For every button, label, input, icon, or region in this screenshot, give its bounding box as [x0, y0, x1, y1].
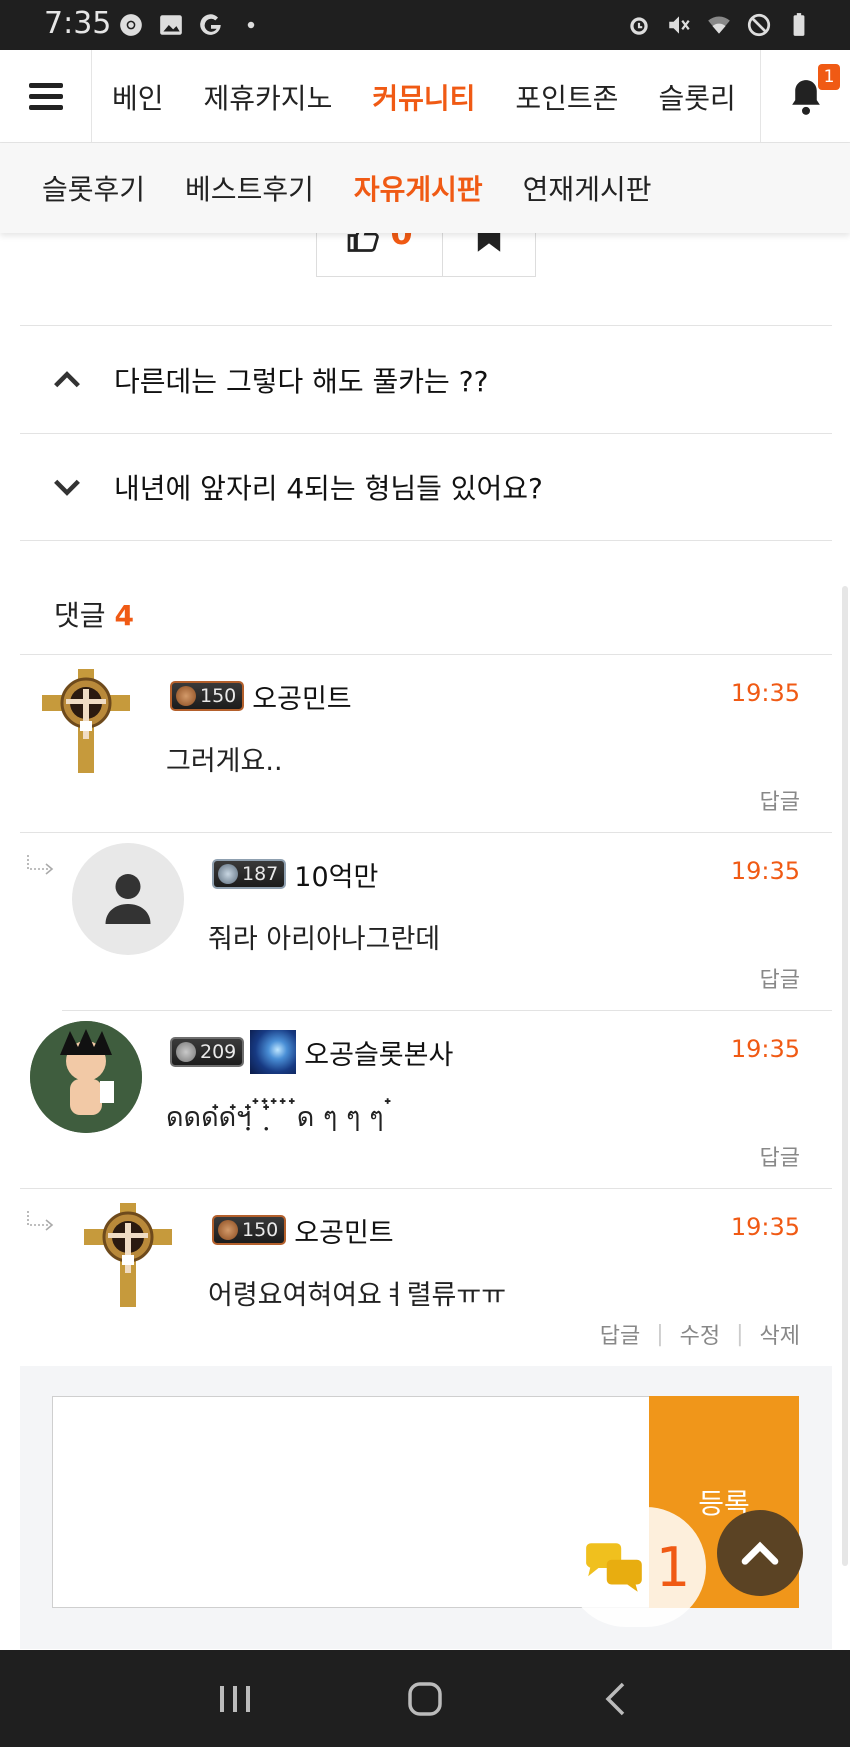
no-sign-icon — [747, 13, 771, 37]
reply-arrow-icon — [27, 1211, 54, 1231]
author-nickname[interactable]: 10억만 — [294, 855, 378, 894]
comment-item: 150 오공민트 19:35 어령요여혀여요ㅕ렬류ㅠㅠ 답글 | 수정 | 삭제 — [27, 1189, 832, 1367]
comments-label: 댓글 — [54, 599, 106, 632]
author-nickname[interactable]: 오공민트 — [294, 1211, 393, 1250]
comment-time: 19:35 — [730, 679, 800, 707]
comment-textarea[interactable] — [52, 1396, 652, 1608]
notification-button[interactable]: 1 — [760, 50, 850, 143]
scrollbar[interactable] — [842, 586, 848, 1566]
chat-bubbles-icon — [585, 1543, 642, 1592]
comment-item: 150 오공민트 19:35 그러게요.. 답글 — [20, 655, 832, 833]
chrome-icon — [120, 14, 142, 36]
top-nav: 베인 제휴카지노 커뮤니티 포인트존 슬롯리 1 — [0, 50, 850, 143]
notification-badge: 1 — [818, 64, 840, 90]
avatar[interactable] — [72, 843, 184, 955]
crucifix-avatar-image — [42, 669, 130, 773]
comment-body: 그러게요.. — [166, 746, 283, 777]
nav-item-bein[interactable]: 베인 — [92, 77, 184, 117]
chat-count: 1 — [655, 1535, 691, 1599]
alarm-icon — [630, 17, 648, 35]
default-user-icon — [105, 874, 151, 924]
comment-author: 150 오공민트 — [170, 677, 352, 716]
comment-body: 어령요여혀여요ㅕ렬류ㅠㅠ — [208, 1280, 507, 1311]
level-badge: 187 — [212, 859, 287, 889]
reply-button[interactable]: 답글 — [600, 1318, 640, 1350]
author-nickname[interactable]: 오공민트 — [252, 677, 351, 716]
recent-apps-button[interactable] — [205, 1669, 265, 1729]
comments-header: 댓글 4 — [54, 594, 134, 634]
prev-post-link[interactable]: 다른데는 그렇다 해도 풀카는 ?? — [20, 325, 832, 433]
system-nav-bar — [0, 1650, 850, 1747]
comment-actions: 답글 — [760, 1140, 800, 1172]
back-icon — [605, 1682, 625, 1715]
level-badge: 209 — [170, 1037, 245, 1067]
comment-item: 187 10억만 19:35 줘라 아리아나그란데 답글 — [27, 833, 832, 1011]
image-icon — [160, 15, 182, 35]
comment-item: 209 오공슬롯본사 19:35 ดดด๋ด๋ฯฺ๋ ๋ ฺ๋๋ ๋ ๋ ๋ด … — [20, 1011, 832, 1189]
main-menu: 베인 제휴카지노 커뮤니티 포인트존 슬롯리 — [92, 50, 760, 143]
wifi-icon — [708, 16, 730, 34]
dot-icon — [247, 21, 255, 29]
reply-button[interactable]: 답글 — [760, 1140, 800, 1172]
google-icon — [200, 14, 221, 35]
nav-item-partner-casino[interactable]: 제휴카지노 — [184, 77, 353, 117]
comment-author: 150 오공민트 — [212, 1211, 394, 1250]
avatar[interactable] — [30, 1021, 142, 1133]
comment-list: 150 오공민트 19:35 그러게요.. 답글 187 10억만 19:35 … — [20, 654, 832, 1367]
chat-button[interactable]: 1 — [566, 1507, 706, 1627]
home-button[interactable] — [395, 1669, 455, 1729]
author-nickname[interactable]: 오공슬롯본사 — [304, 1033, 453, 1072]
crucifix-avatar-image — [84, 1203, 172, 1307]
comment-time: 19:35 — [730, 1035, 800, 1063]
tab-serial-board[interactable]: 연재게시판 — [503, 168, 672, 208]
chevron-down-icon — [54, 479, 80, 496]
reply-button[interactable]: 답글 — [760, 962, 800, 994]
level-badge: 150 — [170, 681, 245, 711]
comment-time: 19:35 — [730, 1213, 800, 1241]
comment-body: ดดด๋ด๋ฯฺ๋ ๋ ฺ๋๋ ๋ ๋ ๋ด ๆ ๆ ๆ ๋ — [166, 1102, 393, 1133]
level-badge: 150 — [212, 1215, 287, 1245]
recent-apps-icon — [220, 1685, 250, 1712]
next-post-title: 내년에 앞자리 4되는 형님들 있어요? — [114, 472, 543, 505]
figure-avatar-image — [30, 1021, 142, 1133]
comment-author: 187 10억만 — [212, 855, 378, 894]
reply-button[interactable]: 답글 — [760, 784, 800, 816]
status-time: 7:35 — [44, 6, 112, 41]
comment-time: 19:35 — [730, 857, 800, 885]
edit-button[interactable]: 수정 — [680, 1318, 720, 1350]
comment-author: 209 오공슬롯본사 — [170, 1030, 453, 1074]
nav-item-slot[interactable]: 슬롯리 — [638, 77, 755, 117]
comment-actions: 답글 | 수정 | 삭제 — [600, 1318, 800, 1350]
comments-count: 4 — [114, 599, 134, 632]
comment-actions: 답글 — [760, 962, 800, 994]
reply-arrow-icon — [27, 855, 54, 875]
comment-composer: 등록 — [20, 1366, 832, 1649]
prev-post-title: 다른데는 그렇다 해도 풀카는 ?? — [114, 364, 489, 398]
next-post-link[interactable]: 내년에 앞자리 4되는 형님들 있어요? — [20, 433, 832, 541]
home-icon — [408, 1681, 442, 1716]
hamburger-icon — [28, 80, 63, 113]
chevron-up-icon — [54, 370, 80, 387]
nav-item-community[interactable]: 커뮤니티 — [352, 77, 495, 117]
chevron-up-icon — [741, 1541, 779, 1565]
sub-nav: 슬롯후기 베스트후기 자유게시판 연재게시판 — [0, 143, 850, 233]
battery-icon — [793, 13, 805, 36]
comment-actions: 답글 — [760, 784, 800, 816]
menu-button[interactable] — [0, 50, 92, 143]
tab-best-review[interactable]: 베스트후기 — [165, 168, 334, 208]
avatar[interactable] — [72, 1199, 184, 1311]
status-bar: 7:35 — [0, 0, 850, 50]
scroll-top-button[interactable] — [717, 1510, 803, 1596]
post-navigation: 다른데는 그렇다 해도 풀카는 ?? 내년에 앞자리 4되는 형님들 있어요? — [20, 325, 832, 541]
avatar[interactable] — [30, 665, 142, 777]
back-button[interactable] — [585, 1669, 645, 1729]
special-badge-icon — [250, 1030, 297, 1074]
mute-icon — [669, 16, 690, 34]
delete-button[interactable]: 삭제 — [760, 1318, 800, 1350]
nav-item-point-zone[interactable]: 포인트존 — [495, 77, 638, 117]
tab-free-board[interactable]: 자유게시판 — [334, 168, 503, 208]
comment-body: 줘라 아리아나그란데 — [208, 924, 441, 955]
tab-slot-review[interactable]: 슬롯후기 — [22, 168, 165, 208]
